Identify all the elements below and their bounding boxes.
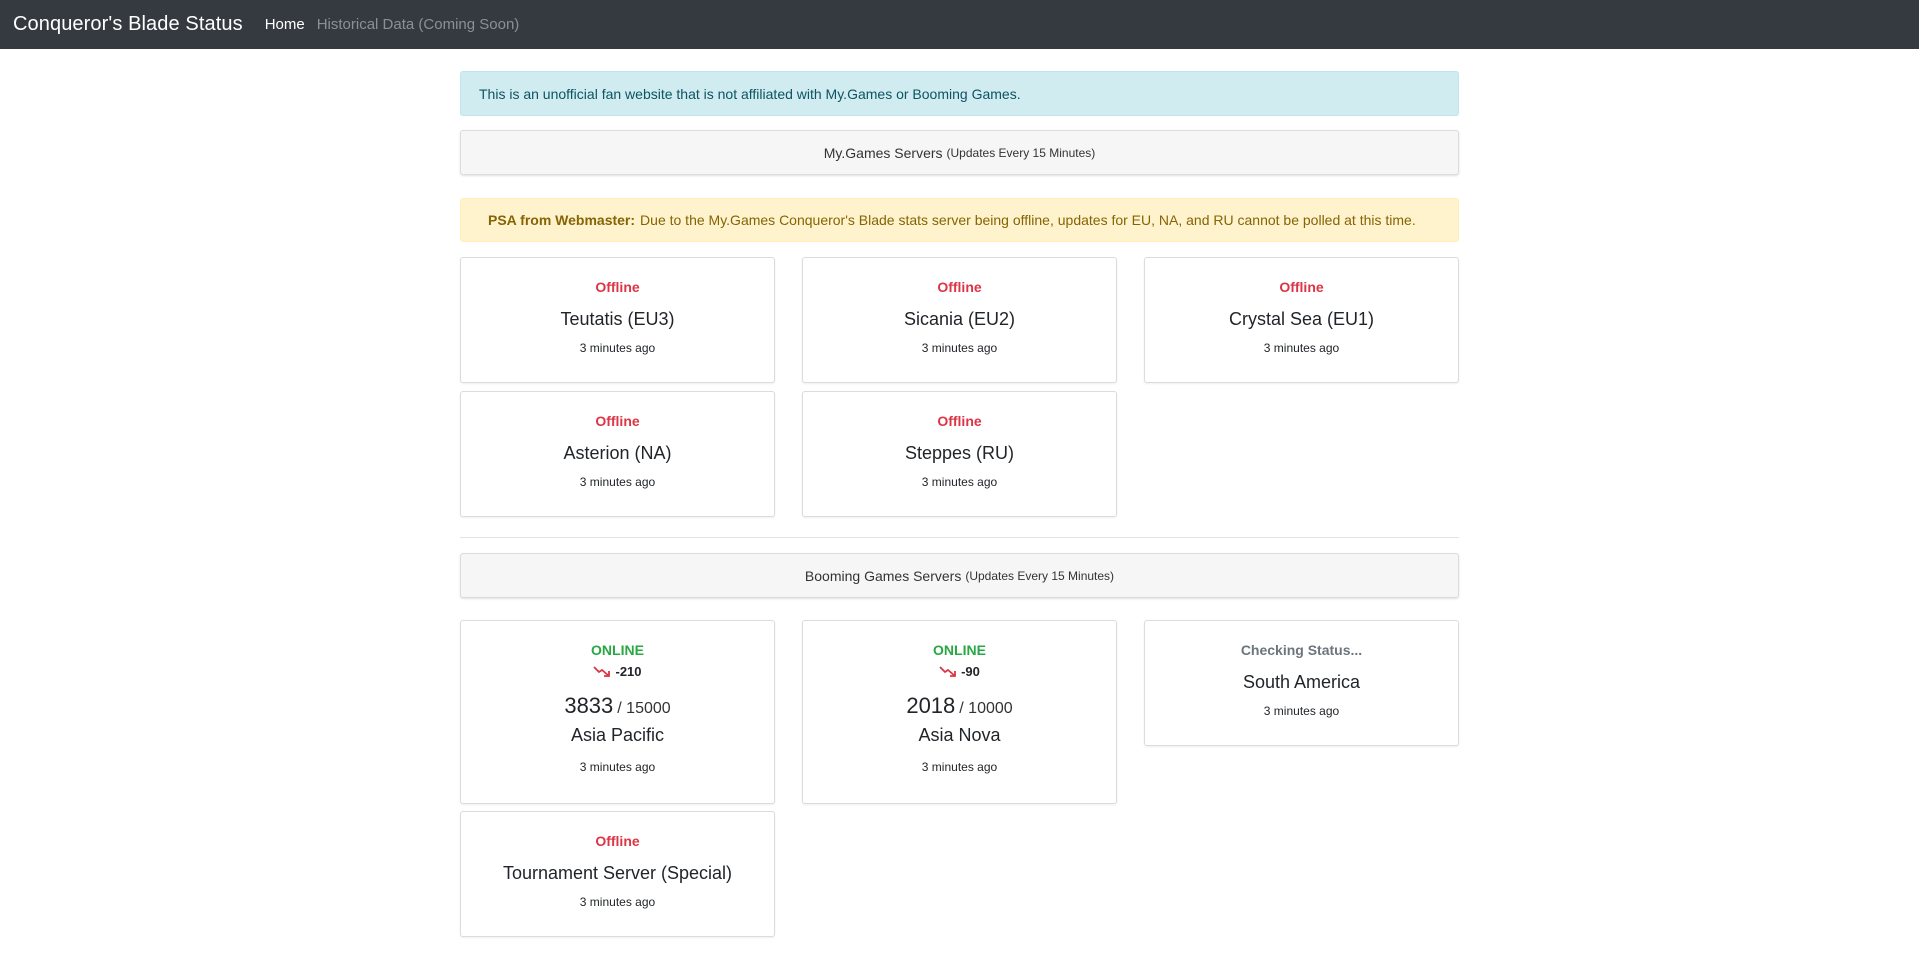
last-updated: 3 minutes ago [579, 760, 656, 774]
server-card-asterion: Offline Asterion (NA) 3 minutes ago [460, 391, 775, 517]
disclaimer-alert: This is an unofficial fan website that i… [460, 71, 1459, 116]
player-change: -90 [939, 664, 980, 679]
server-name: Sicania (EU2) [903, 309, 1016, 329]
server-status: ONLINE [933, 642, 986, 658]
booming-subtitle: (Updates Every 15 Minutes) [965, 568, 1115, 583]
server-name: Tournament Server (Special) [502, 863, 733, 883]
last-updated: 3 minutes ago [921, 341, 998, 355]
server-status: Offline [595, 413, 640, 429]
psa-alert: PSA from Webmaster: Due to the My.Games … [460, 198, 1459, 242]
server-card-sicania: Offline Sicania (EU2) 3 minutes ago [802, 257, 1117, 383]
server-name: Steppes (RU) [904, 443, 1015, 463]
server-status: Offline [595, 279, 640, 295]
server-card-crystal-sea: Offline Crystal Sea (EU1) 3 minutes ago [1144, 257, 1459, 383]
server-name: Crystal Sea (EU1) [1228, 309, 1375, 329]
server-card-asia-nova: ONLINE -90 2018 / 10000 Asia Nova 3 minu… [802, 620, 1117, 804]
booming-servers-header: Booming Games Servers (Updates Every 15 … [460, 553, 1459, 598]
server-status: Checking Status... [1240, 642, 1363, 658]
server-name: Asterion (NA) [563, 443, 672, 463]
player-change: -210 [593, 664, 642, 679]
disclaimer-text: This is an unofficial fan website that i… [479, 85, 1021, 102]
player-change-value: -210 [615, 664, 642, 679]
server-card-tournament: Offline Tournament Server (Special) 3 mi… [460, 811, 775, 937]
nav-home-link[interactable]: Home [265, 16, 305, 33]
server-card-steppes: Offline Steppes (RU) 3 minutes ago [802, 391, 1117, 517]
psa-label: PSA from Webmaster: [488, 212, 636, 228]
last-updated: 3 minutes ago [921, 475, 998, 489]
nav-historical-link[interactable]: Historical Data (Coming Soon) [317, 16, 520, 33]
trending-down-icon [593, 665, 611, 677]
server-status: Offline [1279, 279, 1324, 295]
player-count: 3833 / 15000 [564, 693, 670, 719]
last-updated: 3 minutes ago [579, 341, 656, 355]
server-name: Teutatis (EU3) [560, 309, 675, 329]
last-updated: 3 minutes ago [921, 760, 998, 774]
max-players: / 10000 [959, 700, 1013, 717]
server-name: Asia Pacific [570, 725, 665, 745]
last-updated: 3 minutes ago [579, 475, 656, 489]
server-card-teutatis: Offline Teutatis (EU3) 3 minutes ago [460, 257, 775, 383]
last-updated: 3 minutes ago [1263, 341, 1340, 355]
server-card-asia-pacific: ONLINE -210 3833 / 15000 Asia Pacific 3 … [460, 620, 775, 804]
player-change-value: -90 [961, 664, 980, 679]
section-divider [460, 537, 1459, 538]
player-count: 2018 / 10000 [906, 693, 1012, 719]
server-name: Asia Nova [918, 725, 1001, 745]
server-status: Offline [937, 413, 982, 429]
server-card-south-america: Checking Status... South America 3 minut… [1144, 620, 1459, 746]
mygames-subtitle: (Updates Every 15 Minutes) [946, 145, 1096, 160]
trending-down-icon [939, 665, 956, 677]
top-navbar: Conqueror's Blade Status Home Historical… [0, 0, 1919, 49]
last-updated: 3 minutes ago [1263, 704, 1340, 718]
server-status: Offline [595, 833, 640, 849]
current-players: 2018 [906, 693, 956, 718]
site-brand[interactable]: Conqueror's Blade Status [13, 13, 243, 36]
last-updated: 3 minutes ago [579, 895, 656, 909]
booming-title: Booming Games Servers [804, 567, 962, 584]
server-status: ONLINE [591, 642, 644, 658]
mygames-servers-header: My.Games Servers (Updates Every 15 Minut… [460, 130, 1459, 175]
mygames-title: My.Games Servers [823, 144, 943, 161]
max-players: / 15000 [617, 700, 671, 717]
current-players: 3833 [564, 693, 614, 718]
psa-text: Due to the My.Games Conqueror's Blade st… [640, 212, 1416, 228]
server-status: Offline [937, 279, 982, 295]
server-name: South America [1242, 672, 1361, 692]
